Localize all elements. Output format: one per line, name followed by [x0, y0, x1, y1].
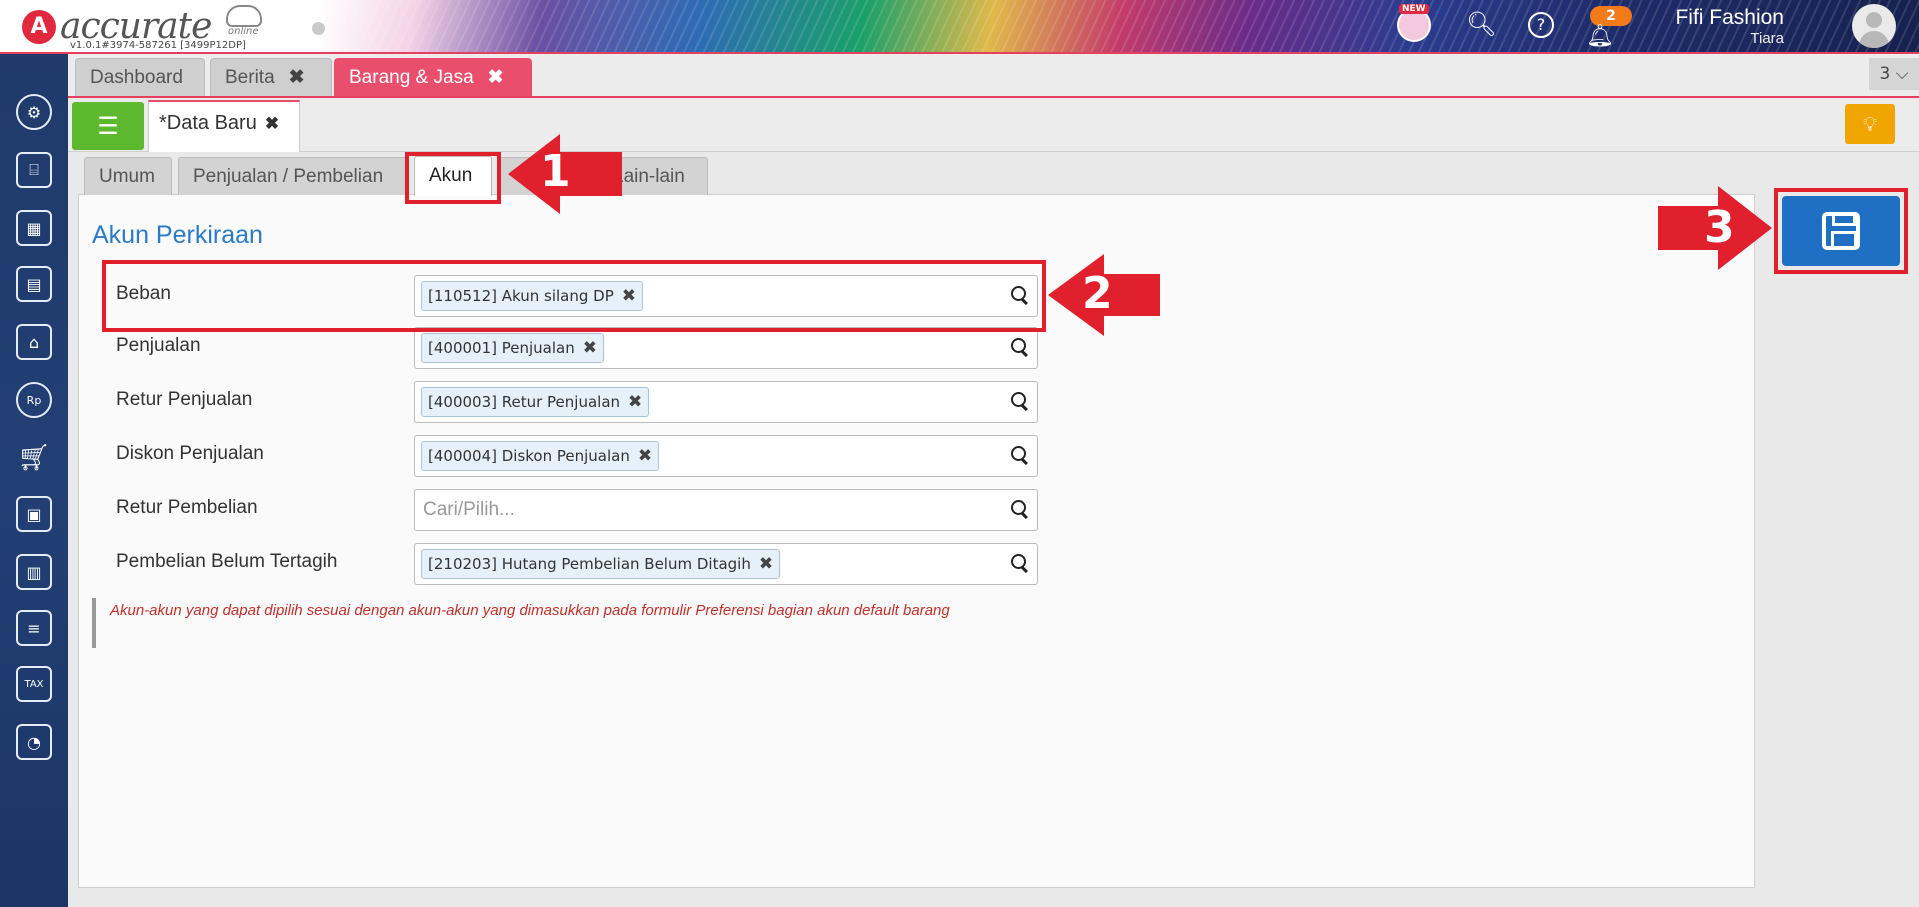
- user-subtitle: Tiara: [1750, 30, 1784, 47]
- chip-remove-icon[interactable]: ✖: [759, 554, 773, 574]
- tab-berita[interactable]: Berita ✖: [210, 58, 332, 96]
- chip-remove-icon[interactable]: ✖: [583, 338, 597, 358]
- logo-online-label: online: [228, 26, 259, 37]
- field-label: Pembelian Belum Tertagih: [116, 551, 338, 572]
- diskon-penjualan-account-input[interactable]: [400004] Diskon Penjualan ✖: [414, 435, 1038, 477]
- tips-lightbulb-button[interactable]: 💡︎: [1845, 104, 1895, 144]
- tab-data-baru-close-icon[interactable]: ✖: [265, 114, 279, 133]
- chip-remove-icon[interactable]: ✖: [628, 392, 642, 412]
- search-icon[interactable]: [1011, 392, 1029, 410]
- chip-text: [400004] Diskon Penjualan: [428, 447, 630, 465]
- tab-count-dropdown[interactable]: 3 ⌵: [1869, 58, 1919, 90]
- field-row-diskon-penjualan: Diskon Penjualan [400004] Diskon Penjual…: [116, 435, 1038, 477]
- tab-berita-close-icon[interactable]: ✖: [289, 67, 305, 88]
- retur-pembelian-account-input[interactable]: Cari/Pilih...: [414, 489, 1038, 531]
- tab-data-baru[interactable]: *Data Baru ✖: [148, 100, 300, 152]
- annotation-box-3: [1774, 188, 1908, 274]
- tab-barang-jasa[interactable]: Barang & Jasa ✖: [334, 58, 532, 96]
- logo-icon: A: [22, 9, 56, 44]
- chip-text: [400003] Retur Penjualan: [428, 393, 621, 411]
- annotation-label-2: 2: [1082, 268, 1113, 319]
- inventory-warehouse-icon[interactable]: ▥: [16, 554, 52, 590]
- version-text: v1.0.1#3974-587261 [3499P12DP]: [70, 40, 246, 51]
- tab-count-label: 3: [1879, 64, 1891, 84]
- selected-account-chip: [400001] Penjualan ✖: [421, 333, 604, 363]
- help-icon[interactable]: ?: [1528, 12, 1554, 38]
- field-row-pembelian-belum-tertagih: Pembelian Belum Tertagih [210203] Hutang…: [116, 543, 1038, 585]
- pembelian-belum-tertagih-account-input[interactable]: [210203] Hutang Pembelian Belum Ditagih ✖: [414, 543, 1038, 585]
- search-icon[interactable]: [1011, 554, 1029, 572]
- notification-badge: 2: [1590, 6, 1632, 26]
- production-icon[interactable]: ≡: [16, 610, 52, 646]
- report-chart-icon[interactable]: ◔: [16, 724, 52, 760]
- lightbulb-icon: 💡︎: [1863, 112, 1877, 136]
- subtab-umum[interactable]: Umum: [84, 157, 172, 195]
- retur-penjualan-account-input[interactable]: [400003] Retur Penjualan ✖: [414, 381, 1038, 423]
- field-row-retur-pembelian: Retur Pembelian Cari/Pilih...: [116, 489, 1038, 531]
- settings-gear-icon[interactable]: ⚙: [16, 94, 52, 130]
- tab-data-baru-label: *Data Baru: [159, 112, 257, 134]
- input-placeholder: Cari/Pilih...: [423, 499, 515, 520]
- document-tab-bar: ☰ *Data Baru ✖ 💡︎: [68, 100, 1919, 152]
- annotation-box-1: [405, 152, 501, 204]
- penjualan-account-input[interactable]: [400001] Penjualan ✖: [414, 327, 1038, 369]
- tax-document-icon[interactable]: TAX: [16, 666, 52, 702]
- subtab-penjualan-pembelian-label: Penjualan / Pembelian: [193, 166, 384, 187]
- tab-dashboard-label: Dashboard: [90, 67, 183, 88]
- field-label: Retur Pembelian: [116, 497, 258, 518]
- list-icon: ☰: [97, 112, 119, 140]
- subtab-umum-label: Umum: [99, 166, 155, 187]
- selected-account-chip: [400004] Diskon Penjualan ✖: [421, 441, 660, 471]
- company-building-icon[interactable]: ▦: [16, 210, 52, 246]
- search-icon[interactable]: [1011, 446, 1029, 464]
- new-badge: NEW: [1399, 4, 1429, 14]
- money-bag-icon[interactable]: Rp: [16, 382, 52, 418]
- list-view-button[interactable]: ☰: [72, 102, 144, 150]
- chip-remove-icon[interactable]: ✖: [638, 446, 652, 466]
- field-label: Penjualan: [116, 335, 201, 356]
- selected-account-chip: [400003] Retur Penjualan ✖: [421, 387, 650, 417]
- sidebar: ⚙ ⌸ ▦ ▤ ⌂ Rp 🛒︎ ▣ ▥ ≡ TAX ◔: [0, 54, 68, 907]
- cloud-icon: [226, 5, 262, 27]
- subtab-penjualan-pembelian[interactable]: Penjualan / Pembelian: [178, 157, 408, 195]
- tab-berita-label: Berita: [225, 67, 275, 88]
- bank-icon[interactable]: ⌂: [16, 324, 52, 360]
- purchase-box-icon[interactable]: ▣: [16, 496, 52, 532]
- cash-register-icon[interactable]: ⌸: [16, 152, 52, 188]
- field-label: Retur Penjualan: [116, 389, 253, 410]
- tab-dashboard[interactable]: Dashboard: [75, 58, 205, 96]
- module-tab-bar: Dashboard Berita ✖ Barang & Jasa ✖ 3 ⌵: [68, 54, 1919, 98]
- subtab-lain-lain-label: Lain-lain: [613, 166, 685, 187]
- shopping-cart-icon[interactable]: 🛒︎: [16, 440, 52, 476]
- user-name[interactable]: Fifi Fashion: [1675, 6, 1784, 30]
- avatar[interactable]: [1852, 4, 1896, 48]
- info-note: Akun-akun yang dapat dipilih sesuai deng…: [92, 598, 1042, 648]
- ledger-book-icon[interactable]: ▤: [16, 266, 52, 302]
- chip-text: [400001] Penjualan: [428, 339, 575, 357]
- tab-barang-jasa-close-icon[interactable]: ✖: [488, 67, 504, 88]
- field-row-penjualan: Penjualan [400001] Penjualan ✖: [116, 327, 1038, 369]
- annotation-label-3: 3: [1704, 202, 1735, 253]
- field-label: Diskon Penjualan: [116, 443, 264, 464]
- header-search-icon[interactable]: 🔍︎: [1466, 10, 1496, 38]
- annotation-label-1: 1: [540, 146, 571, 197]
- tab-barang-jasa-label: Barang & Jasa: [349, 67, 474, 88]
- bell-icon[interactable]: 🔔︎: [1586, 24, 1614, 49]
- annotation-box-2: [102, 260, 1046, 332]
- app-header: A accurate online v1.0.1#3974-587261 [34…: [0, 0, 1919, 54]
- search-icon[interactable]: [1011, 338, 1029, 356]
- field-row-retur-penjualan: Retur Penjualan [400003] Retur Penjualan…: [116, 381, 1038, 423]
- chip-text: [210203] Hutang Pembelian Belum Ditagih: [428, 555, 751, 573]
- section-title: Akun Perkiraan: [92, 221, 263, 249]
- selected-account-chip: [210203] Hutang Pembelian Belum Ditagih ✖: [421, 549, 781, 579]
- search-icon[interactable]: [1011, 500, 1029, 518]
- status-dot-icon: [312, 22, 325, 35]
